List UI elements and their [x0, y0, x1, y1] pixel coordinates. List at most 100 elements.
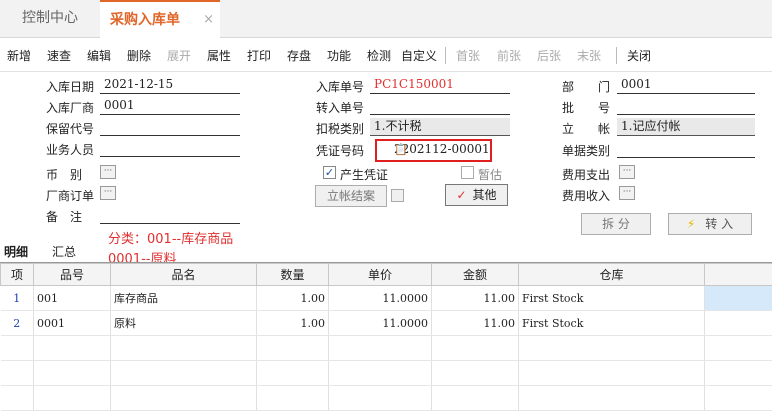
generate-voucher-checkbox[interactable]: ✓	[323, 166, 336, 179]
last-record-button[interactable]: 末张	[577, 47, 601, 64]
row-price[interactable]: 11.0000	[329, 286, 432, 311]
row-quantity[interactable]: 1.00	[257, 311, 329, 336]
temp-estimate-label: 暂估	[478, 166, 502, 183]
table-row[interactable]: 1 001 库存商品 1.00 11.0000 11.00 First Stoc…	[1, 286, 772, 311]
column-header-quantity[interactable]: 数量	[257, 264, 329, 286]
table-row[interactable]	[1, 386, 772, 411]
account-label: 立 帐	[562, 120, 610, 137]
lightning-icon: ⚡	[687, 217, 695, 231]
generate-voucher-label: 产生凭证	[340, 166, 388, 183]
checkmark-icon: ✓	[456, 188, 466, 202]
column-header-name[interactable]: 品名	[111, 264, 257, 286]
row-quantity[interactable]: 1.00	[257, 286, 329, 311]
tab-detail[interactable]: 明细	[4, 241, 28, 263]
transfer-no-label: 转入单号	[316, 99, 364, 116]
transfer-in-label: 转 入	[705, 217, 733, 231]
column-header-index[interactable]: 项	[1, 264, 34, 286]
tab-control-center[interactable]: 控制中心	[0, 0, 100, 38]
row-code[interactable]: 0001	[34, 311, 111, 336]
in-date-field[interactable]: 2021-12-15	[100, 76, 240, 94]
transfer-in-button[interactable]: ⚡ 转 入	[668, 213, 752, 235]
voucher-no-label: 凭证号码	[316, 142, 364, 159]
currency-picker-button[interactable]: ···	[100, 165, 116, 179]
detail-grid: 项 品号 品名 数量 单价 金额 仓库 1 001 库存商品 1.00 11.0…	[0, 263, 772, 411]
remark-label: 备 注	[46, 208, 82, 225]
row-name[interactable]: 库存商品	[111, 286, 257, 311]
receipt-no-field[interactable]: PC1C150001	[370, 76, 510, 94]
doc-category-field[interactable]	[617, 140, 755, 158]
expense-out-picker-button[interactable]: ···	[619, 165, 635, 179]
salesperson-field[interactable]	[100, 139, 240, 157]
row-amount[interactable]: 11.00	[432, 286, 519, 311]
tax-type-field[interactable]: 1.不计税	[370, 118, 510, 136]
previous-record-button[interactable]: 前张	[497, 47, 521, 64]
expand-button[interactable]: 展开	[167, 47, 191, 64]
other-button-label: 其他	[473, 188, 497, 202]
split-button[interactable]: 拆 分	[581, 213, 651, 235]
transfer-no-field[interactable]	[370, 97, 510, 115]
save-button[interactable]: 存盘	[287, 47, 311, 64]
detail-tab-bar: 明细 汇总	[0, 241, 772, 263]
column-header-code[interactable]: 品号	[34, 264, 111, 286]
grid-header-row: 项 品号 品名 数量 单价 金额 仓库	[1, 264, 772, 286]
expense-in-label: 费用收入	[562, 187, 610, 204]
temp-estimate-checkbox[interactable]	[461, 166, 474, 179]
document-tab-bar: 控制中心 采购入库单 ×	[0, 0, 772, 38]
toolbar: 新增 速查 编辑 删除 展开 属性 打印 存盘 功能 检测 自定义 首张 前张 …	[0, 38, 772, 72]
new-button[interactable]: 新增	[7, 47, 31, 64]
reserve-code-label: 保留代号	[46, 120, 94, 137]
vendor-order-label: 厂商订单	[46, 187, 94, 204]
close-button[interactable]: 关闭	[627, 47, 651, 64]
row-code[interactable]: 001	[34, 286, 111, 311]
in-date-label: 入库日期	[46, 78, 94, 95]
row-price[interactable]: 11.0000	[329, 311, 432, 336]
tax-type-label: 扣税类别	[316, 120, 364, 137]
functions-button[interactable]: 功能	[327, 47, 351, 64]
row-warehouse[interactable]: First Stock	[519, 311, 705, 336]
next-record-button[interactable]: 后张	[537, 47, 561, 64]
tab-purchase-receipt-label: 采购入库单	[110, 12, 180, 28]
table-row[interactable]: 2 0001 原料 1.00 11.0000 11.00 First Stock	[1, 311, 772, 336]
delete-button[interactable]: 删除	[127, 47, 151, 64]
vendor-order-picker-button[interactable]: ···	[100, 186, 116, 200]
table-row[interactable]	[1, 336, 772, 361]
check-button[interactable]: 检测	[367, 47, 391, 64]
currency-label: 币 别	[46, 166, 82, 183]
row-amount[interactable]: 11.00	[432, 311, 519, 336]
row-warehouse[interactable]: First Stock	[519, 286, 705, 311]
close-icon[interactable]: ×	[203, 2, 214, 38]
doc-category-label: 单据类别	[562, 142, 610, 159]
table-row[interactable]	[1, 361, 772, 386]
toolbar-divider	[616, 47, 617, 64]
column-header-amount[interactable]: 金额	[432, 264, 519, 286]
setup-close-checkbox[interactable]	[391, 189, 404, 202]
column-header-warehouse[interactable]: 仓库	[519, 264, 705, 286]
reserve-code-field[interactable]	[100, 118, 240, 136]
edit-button[interactable]: 编辑	[87, 47, 111, 64]
tab-purchase-receipt[interactable]: 采购入库单 ×	[100, 0, 220, 39]
account-field[interactable]: 1.记应付帐	[617, 118, 755, 136]
column-header-price[interactable]: 单价	[329, 264, 432, 286]
tab-summary[interactable]: 汇总	[52, 241, 76, 263]
customize-button[interactable]: 自定义	[401, 47, 437, 64]
row-extra-cell[interactable]	[705, 311, 772, 336]
quick-search-button[interactable]: 速查	[47, 47, 71, 64]
batch-field[interactable]	[617, 97, 755, 115]
other-button[interactable]: ✓ 其他	[445, 184, 508, 206]
row-name[interactable]: 原料	[111, 311, 257, 336]
receipt-no-label: 入库单号	[316, 78, 364, 95]
setup-close-button[interactable]: 立帐结案	[315, 185, 387, 207]
row-index: 1	[1, 286, 34, 311]
remark-field[interactable]	[100, 206, 240, 224]
first-record-button[interactable]: 首张	[456, 47, 480, 64]
dept-field[interactable]: 0001	[617, 76, 755, 94]
expense-out-label: 费用支出	[562, 166, 610, 183]
properties-button[interactable]: 属性	[207, 47, 231, 64]
print-button[interactable]: 打印	[247, 47, 271, 64]
column-header-extra	[705, 264, 772, 286]
toolbar-divider	[445, 47, 446, 64]
dept-label: 部 门	[562, 78, 610, 95]
row-selected-cell[interactable]	[705, 286, 772, 311]
expense-in-picker-button[interactable]: ···	[619, 186, 635, 200]
vendor-field[interactable]: 0001	[100, 97, 240, 115]
